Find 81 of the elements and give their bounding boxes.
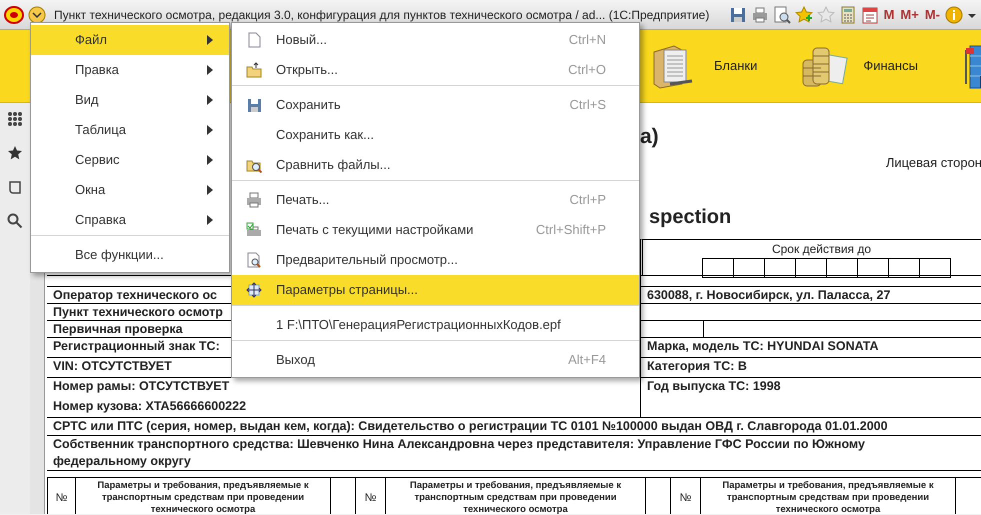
validity-label: Срок действия до <box>770 241 872 258</box>
star-add-icon[interactable] <box>794 6 813 24</box>
menu-item[interactable]: Предварительный просмотр... <box>232 245 639 275</box>
submenu-arrow-icon <box>207 215 213 225</box>
submenu-arrow-icon <box>207 125 213 135</box>
save-icon <box>246 97 262 113</box>
logo-icon[interactable] <box>4 6 24 24</box>
section-link[interactable]: Бланки <box>714 56 758 76</box>
shortcut-text: Alt+F4 <box>568 351 606 370</box>
menu-item[interactable]: Вид <box>31 85 229 115</box>
shortcut-text: Ctrl+P <box>570 191 606 210</box>
menu-item[interactable]: Таблица <box>31 115 229 145</box>
menu-item[interactable]: Параметры страницы... <box>232 275 639 305</box>
print-icon[interactable] <box>750 6 769 24</box>
submenu-arrow-icon <box>207 65 213 75</box>
calendar-icon[interactable] <box>860 6 879 24</box>
column-header: № <box>670 478 700 514</box>
submenu-arrow-icon <box>207 185 213 195</box>
apps-icon[interactable] <box>7 111 23 127</box>
print-preview-icon <box>246 252 262 268</box>
memory-button[interactable]: M+ <box>899 4 920 26</box>
menu-item[interactable]: 1 F:\ПТО\ГенерацияРегистрационныхКодов.epf <box>232 305 639 340</box>
field-text: Собственник транспортного средства: Шевченко Нина Александровна через представителя: Управление ГФС России по Южному федеральному округу <box>53 437 865 468</box>
column-header: № <box>355 478 385 514</box>
menu-item[interactable]: Новый... Ctrl+N <box>232 25 639 55</box>
field-text: Номер рамы: ОТСУТСТВУЕТ <box>53 379 230 393</box>
menu-item[interactable]: Окна <box>31 175 229 205</box>
menu-item[interactable]: Все функции... <box>31 235 229 270</box>
shortcut-text: Ctrl+N <box>568 31 606 50</box>
field-text: Оператор технического ос <box>53 288 217 302</box>
menu-item[interactable]: Правка <box>31 55 229 85</box>
folder-icon <box>246 62 262 78</box>
field-text: Регистрационный знак ТС: <box>53 339 220 353</box>
column-header: Параметры и требования, предъявляемые к транспортным средствам при проведении технического осмотра <box>75 478 330 514</box>
field-text: Номер кузова: XTA56666600222 <box>53 399 246 413</box>
submenu-arrow-icon <box>207 155 213 165</box>
menu-item[interactable]: Сохранить Ctrl+S <box>232 85 639 120</box>
shortcut-text: Ctrl+Shift+P <box>536 221 606 240</box>
column-header: Параметры и требования, предъявляемые к транспортным средствам при проведении технического осмотра <box>700 478 955 514</box>
dropdown-icon[interactable] <box>28 6 46 24</box>
column-header: Параметры и требования, предъявляемые к транспортным средствам при проведении технического осмотра <box>385 478 645 514</box>
submenu-arrow-icon <box>207 35 213 45</box>
field-text: 630088, г. Новосибирск, ул. Паласса, 27 <box>647 288 890 302</box>
memory-button[interactable]: M- <box>924 4 941 26</box>
field-text: СРТС или ПТС (серия, номер, выдан кем, когда): Свидетельство о регистрации ТС 0101 №100000 выдан ОВД г. Славгорода 01.01.2000 <box>53 419 888 433</box>
star-icon[interactable] <box>816 6 835 24</box>
calculator-icon[interactable] <box>838 6 857 24</box>
memory-button[interactable]: M <box>882 4 896 26</box>
field-text: Категория ТС: В <box>647 359 747 373</box>
field-text: Год выпуска ТС: 1998 <box>647 379 781 393</box>
field-text: Пункт технического осмотр <box>53 305 223 319</box>
field-text: Первичная проверка <box>53 322 183 336</box>
menu-item[interactable]: Сравнить файлы... <box>232 150 639 180</box>
menu-item[interactable]: Файл <box>31 25 229 55</box>
menu-item[interactable]: Справка <box>31 205 229 235</box>
new-document-icon <box>246 32 262 48</box>
submenu-arrow-icon <box>207 95 213 105</box>
print-settings-icon <box>246 222 262 238</box>
page-setup-icon <box>246 282 262 298</box>
print-icon <box>246 192 262 208</box>
menu-item[interactable]: Открыть... Ctrl+O <box>232 55 639 85</box>
menu-item[interactable]: Печать с текущими настройками Ctrl+Shift+P <box>232 215 639 245</box>
preview-icon[interactable] <box>772 6 791 24</box>
search-icon[interactable] <box>7 213 23 229</box>
info-icon[interactable] <box>945 6 963 24</box>
menu-item[interactable]: Сервис <box>31 145 229 175</box>
field-text: Марка, модель ТС: HYUNDAI SONATA <box>647 339 878 353</box>
column-header: № <box>47 478 75 514</box>
document-heading: а) <box>640 125 659 148</box>
page-side-label: Лицевая сторон <box>886 155 981 170</box>
document-title: spection <box>649 206 732 228</box>
shortcut-text: Ctrl+O <box>568 61 606 80</box>
field-text: VIN: ОТСУТСТВУЕТ <box>53 359 172 373</box>
section-link[interactable]: Финансы <box>863 56 918 76</box>
save-icon[interactable] <box>728 6 747 24</box>
menu-item[interactable]: Сохранить как... <box>232 120 639 150</box>
shortcut-text: Ctrl+S <box>570 96 606 114</box>
window-title: Пункт технического осмотра, редакция 3.0, конфигурация для пунктов технического осмотра / ad... (1С:Предприятие) <box>54 6 710 24</box>
star-icon[interactable] <box>7 145 23 161</box>
menu-item[interactable]: Выход Alt+F4 <box>232 340 639 375</box>
menu-item[interactable]: Печать... Ctrl+P <box>232 180 639 215</box>
